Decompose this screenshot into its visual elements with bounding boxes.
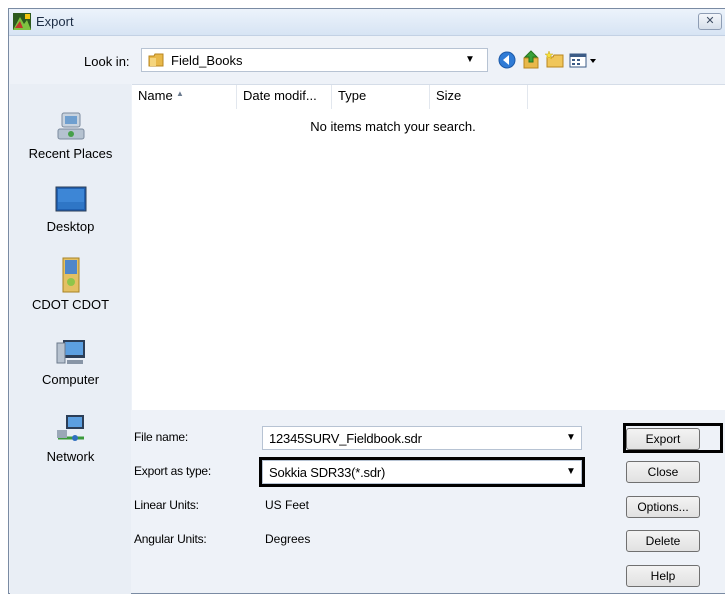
place-label: Desktop: [46, 219, 95, 234]
folder-icon: [148, 53, 164, 67]
chevron-down-icon: ▼: [566, 432, 576, 443]
place-recent-places[interactable]: Recent Places: [10, 111, 131, 161]
export-button-highlight: [623, 423, 723, 453]
look-in-label: Look in:: [84, 54, 130, 69]
file-name-value: 12345SURV_Fieldbook.sdr: [269, 431, 422, 446]
column-header-size[interactable]: Size: [430, 85, 528, 109]
file-name-input[interactable]: 12345SURV_Fieldbook.sdr ▼: [262, 426, 582, 450]
close-button[interactable]: Close: [626, 461, 700, 483]
file-list[interactable]: ▲ Name Date modif... Type Size No items …: [132, 84, 725, 410]
export-dialog: Export ✕ Look in: Field_Books ▼ Recent P…: [8, 8, 725, 594]
angular-units-value: Degrees: [265, 532, 311, 546]
place-label: Network: [46, 449, 95, 464]
place-desktop[interactable]: Desktop: [10, 184, 131, 234]
user-folder-icon: [62, 257, 79, 293]
places-bar: Recent Places Desktop CDOT CDOT Computer…: [10, 84, 131, 594]
look-in-value: Field_Books: [171, 53, 243, 68]
empty-message: No items match your search.: [310, 119, 476, 134]
computer-icon: [56, 340, 85, 364]
help-button[interactable]: Help: [626, 565, 700, 587]
place-label: Computer: [41, 372, 100, 387]
desktop-icon: [55, 186, 86, 212]
linear-units-label: Linear Units:: [134, 498, 199, 512]
window-title: Export: [36, 14, 74, 29]
place-network[interactable]: Network: [10, 414, 131, 464]
angular-units-label: Angular Units:: [134, 532, 207, 546]
place-label: Recent Places: [28, 146, 113, 161]
linear-units-value: US Feet: [265, 498, 310, 512]
options-button[interactable]: Options...: [626, 496, 700, 518]
close-window-button[interactable]: ✕: [698, 13, 722, 30]
up-folder-icon[interactable]: [521, 50, 541, 70]
export-type-label: Export as type:: [134, 464, 212, 478]
place-computer[interactable]: Computer: [10, 337, 131, 387]
sort-arrow-icon: ▲: [176, 89, 184, 98]
chevron-down-icon: ▼: [465, 54, 475, 65]
views-menu-icon[interactable]: [569, 50, 599, 70]
column-header-name[interactable]: ▲ Name: [132, 85, 237, 109]
column-header-date-modified[interactable]: Date modif...: [237, 85, 332, 109]
new-folder-icon[interactable]: [545, 50, 565, 70]
file-name-label: File name:: [134, 430, 189, 444]
network-icon: [56, 415, 84, 441]
export-type-highlight: [259, 457, 585, 487]
look-in-dropdown[interactable]: Field_Books ▼: [141, 48, 488, 72]
place-label: CDOT CDOT: [31, 297, 110, 312]
back-icon[interactable]: [497, 50, 517, 70]
place-cdot-cdot[interactable]: CDOT CDOT: [10, 256, 131, 312]
column-header-type[interactable]: Type: [332, 85, 430, 109]
recent-places-icon: [57, 112, 84, 140]
delete-button[interactable]: Delete: [626, 530, 700, 552]
app-icon: [13, 13, 31, 30]
title-bar: Export ✕: [9, 9, 725, 36]
